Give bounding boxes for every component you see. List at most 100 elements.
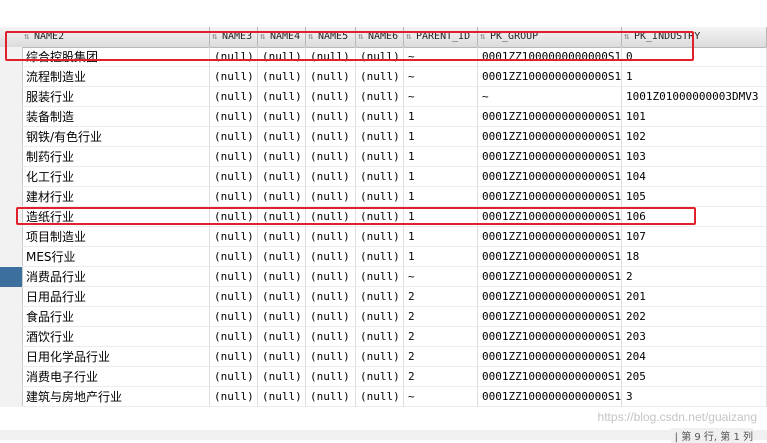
cell-name2[interactable]: 消费电子行业 xyxy=(22,367,210,387)
cell-name3[interactable]: (null) xyxy=(210,307,258,327)
cell-name5[interactable]: (null) xyxy=(306,247,356,267)
table-row[interactable]: 建筑与房地产行业 (null) (null) (null) (null) ~0001ZZ1… xyxy=(0,387,767,407)
cell-name4[interactable]: (null) xyxy=(258,247,306,267)
cell-name6[interactable]: (null) xyxy=(356,387,404,407)
cell-pk-industry[interactable]: 105 xyxy=(622,187,767,207)
sort-arrows-icon[interactable]: ⇅ xyxy=(480,27,488,47)
cell-name5[interactable]: (null) xyxy=(306,167,356,187)
cell-name6[interactable]: (null) xyxy=(356,247,404,267)
cell-pk-group[interactable]: 0001ZZ1000000000000S1 xyxy=(478,187,622,207)
row-selector[interactable] xyxy=(0,227,22,247)
table-row[interactable]: 化工行业 (null) (null) (null) (null) 1 0001ZZ10000… xyxy=(0,167,767,187)
sort-arrows-icon[interactable]: ⇅ xyxy=(308,27,316,47)
cell-pk-industry[interactable]: 0 xyxy=(622,47,767,67)
cell-pk-group[interactable]: 0001ZZ1000000000000S1 xyxy=(478,247,622,267)
cell-name5[interactable]: (null) xyxy=(306,147,356,167)
cell-pk-industry[interactable]: 18 xyxy=(622,247,767,267)
cell-pk-industry[interactable]: 103 xyxy=(622,147,767,167)
table-row[interactable]: 消费电子行业 (null) (null) (null) (null) 2 0001ZZ100… xyxy=(0,367,767,387)
cell-name4[interactable]: (null) xyxy=(258,207,306,227)
cell-name2[interactable]: 项目制造业 xyxy=(22,227,210,247)
column-header-parent-id[interactable]: ⇅ PARENT_ID xyxy=(404,27,478,47)
cell-name6[interactable]: (null) xyxy=(356,67,404,87)
cell-pk-industry[interactable]: 203 xyxy=(622,327,767,347)
table-row[interactable]: 酒饮行业 (null) (null) (null) (null) 2 0001ZZ10000… xyxy=(0,327,767,347)
cell-pk-group[interactable]: 0001ZZ1000000000000S1 xyxy=(478,287,622,307)
table-row[interactable]: 造纸行业 (null) (null) (null) (null) 1 0001ZZ10000… xyxy=(0,207,767,227)
column-header-name5[interactable]: ⇅ NAME5 xyxy=(306,27,356,47)
cell-name2[interactable]: 建筑与房地产行业 xyxy=(22,387,210,407)
cell-name6[interactable]: (null) xyxy=(356,47,404,67)
row-selector[interactable] xyxy=(0,327,22,347)
table-row[interactable]: 综合控股集团 (null) (null) (null) (null) ~0001ZZ100… xyxy=(0,47,767,67)
cell-pk-industry[interactable]: 204 xyxy=(622,347,767,367)
cell-name6[interactable]: (null) xyxy=(356,127,404,147)
cell-parent-id[interactable]: 1 xyxy=(404,207,478,227)
table-row[interactable]: 食品行业 (null) (null) (null) (null) 2 0001ZZ10000… xyxy=(0,307,767,327)
cell-parent-id[interactable]: 1 xyxy=(404,187,478,207)
sort-arrows-icon[interactable]: ⇅ xyxy=(24,27,32,47)
cell-name4[interactable]: (null) xyxy=(258,307,306,327)
row-selector[interactable] xyxy=(0,187,22,207)
cell-name5[interactable]: (null) xyxy=(306,287,356,307)
cell-name2[interactable]: 服装行业 xyxy=(22,87,210,107)
cell-pk-group[interactable]: 0001ZZ1000000000000S1 xyxy=(478,227,622,247)
cell-name5[interactable]: (null) xyxy=(306,107,356,127)
cell-name2[interactable]: MES行业 xyxy=(22,247,210,267)
cell-name3[interactable]: (null) xyxy=(210,327,258,347)
cell-pk-group[interactable]: 0001ZZ1000000000000S1 xyxy=(478,327,622,347)
column-header-name6[interactable]: ⇅ NAME6 xyxy=(356,27,404,47)
cell-parent-id[interactable]: 1 xyxy=(404,127,478,147)
cell-name3[interactable]: (null) xyxy=(210,207,258,227)
cell-parent-id[interactable]: 1 xyxy=(404,147,478,167)
column-header-pk-group[interactable]: ⇅ PK_GROUP xyxy=(478,27,622,47)
cell-name3[interactable]: (null) xyxy=(210,387,258,407)
sort-arrows-icon[interactable]: ⇅ xyxy=(260,27,268,47)
table-row[interactable]: 流程制造业 (null) (null) (null) (null) ~0001ZZ1000… xyxy=(0,67,767,87)
cell-name6[interactable]: (null) xyxy=(356,287,404,307)
cell-name5[interactable]: (null) xyxy=(306,307,356,327)
cell-name5[interactable]: (null) xyxy=(306,187,356,207)
cell-name2[interactable]: 装备制造 xyxy=(22,107,210,127)
cell-pk-group[interactable]: 0001ZZ1000000000000S1 xyxy=(478,47,622,67)
cell-name5[interactable]: (null) xyxy=(306,387,356,407)
cell-parent-id[interactable]: ~ xyxy=(404,47,478,67)
cell-name3[interactable]: (null) xyxy=(210,247,258,267)
cell-pk-industry[interactable]: 101 xyxy=(622,107,767,127)
row-selector[interactable] xyxy=(0,247,22,267)
cell-pk-industry[interactable]: 205 xyxy=(622,367,767,387)
cell-name4[interactable]: (null) xyxy=(258,387,306,407)
cell-pk-industry[interactable]: 2 xyxy=(622,267,767,287)
cell-name4[interactable]: (null) xyxy=(258,367,306,387)
table-row[interactable]: 消费品行业 (null) (null) (null) (null) ~0001ZZ1000… xyxy=(0,267,767,287)
table-row[interactable]: 日用品行业 (null) (null) (null) (null) 2 0001ZZ1000… xyxy=(0,287,767,307)
cell-name2[interactable]: 流程制造业 xyxy=(22,67,210,87)
cell-parent-id[interactable]: 2 xyxy=(404,327,478,347)
sort-arrows-icon[interactable]: ⇅ xyxy=(624,27,632,47)
sort-arrows-icon[interactable]: ⇅ xyxy=(358,27,366,47)
column-header-name2[interactable]: ⇅ NAME2 xyxy=(22,27,210,47)
cell-name6[interactable]: (null) xyxy=(356,87,404,107)
cell-name3[interactable]: (null) xyxy=(210,87,258,107)
cell-name4[interactable]: (null) xyxy=(258,127,306,147)
cell-pk-industry[interactable]: 202 xyxy=(622,307,767,327)
cell-name5[interactable]: (null) xyxy=(306,67,356,87)
cell-parent-id[interactable]: ~ xyxy=(404,87,478,107)
cell-name3[interactable]: (null) xyxy=(210,47,258,67)
cell-name4[interactable]: (null) xyxy=(258,347,306,367)
cell-name3[interactable]: (null) xyxy=(210,287,258,307)
cell-name4[interactable]: (null) xyxy=(258,327,306,347)
cell-name4[interactable]: (null) xyxy=(258,287,306,307)
row-selector[interactable] xyxy=(0,267,22,287)
cell-name3[interactable]: (null) xyxy=(210,267,258,287)
cell-name6[interactable]: (null) xyxy=(356,227,404,247)
row-selector[interactable] xyxy=(0,47,22,67)
cell-name5[interactable]: (null) xyxy=(306,267,356,287)
cell-pk-industry[interactable]: 104 xyxy=(622,167,767,187)
cell-name3[interactable]: (null) xyxy=(210,227,258,247)
cell-name3[interactable]: (null) xyxy=(210,187,258,207)
cell-pk-group[interactable]: 0001ZZ1000000000000S1 xyxy=(478,267,622,287)
cell-pk-group[interactable]: 0001ZZ1000000000000S1 xyxy=(478,367,622,387)
cell-name5[interactable]: (null) xyxy=(306,47,356,67)
cell-name6[interactable]: (null) xyxy=(356,147,404,167)
